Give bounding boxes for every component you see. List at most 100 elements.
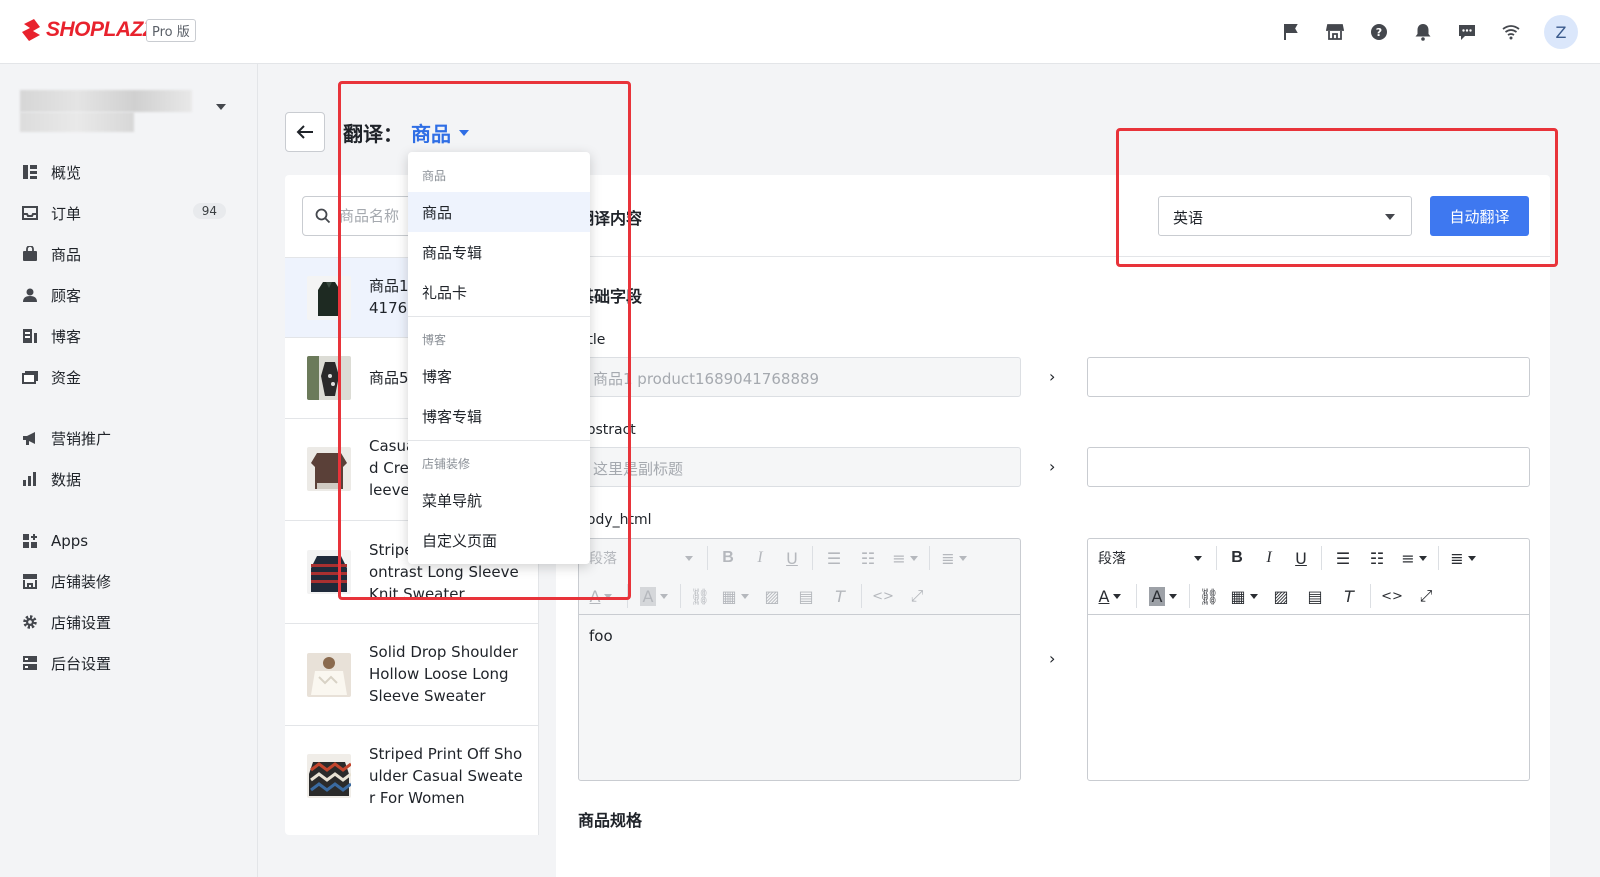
wifi-icon[interactable] <box>1500 21 1522 43</box>
bar-chart-icon <box>22 471 38 487</box>
italic-icon: I <box>757 549 763 566</box>
image-icon[interactable]: ▨ <box>1264 583 1298 609</box>
store-name-blurred <box>20 90 192 112</box>
italic-icon[interactable]: I <box>1253 545 1285 571</box>
chevron-right-icon: › <box>1049 367 1056 386</box>
sidebar-item-label: 顾客 <box>51 286 82 305</box>
message-icon[interactable] <box>1456 21 1478 43</box>
store-icon[interactable] <box>1324 21 1346 43</box>
translated-abstract-input[interactable] <box>1087 447 1530 487</box>
underline-icon[interactable]: U <box>1285 545 1317 571</box>
orders-count-badge: 94 <box>192 203 226 219</box>
highlight-color-icon[interactable]: A <box>1141 583 1185 609</box>
link-icon: ⛓ <box>689 586 711 606</box>
sidebar-item-apps[interactable]: Apps <box>22 529 232 553</box>
sidebar: 概览 订单 94 商品 顾客 博客 资金 营销推广 数据 Apps 店铺装修 店… <box>0 64 258 877</box>
translated-title-input[interactable] <box>1087 357 1530 397</box>
bell-icon[interactable] <box>1412 21 1434 43</box>
storefront-icon <box>22 573 38 589</box>
bulleted-list-icon: ☰ <box>826 548 842 568</box>
product-list-item[interactable]: Solid Drop Shoulder Hollow Loose Long Sl… <box>285 623 538 725</box>
arrow-left-icon <box>296 125 313 139</box>
clear-format-icon[interactable]: T <box>1332 583 1366 609</box>
product-name: Striped Print Off Sho ulder Casual Sweat… <box>369 745 523 807</box>
sidebar-item-admin-settings[interactable]: 后台设置 <box>22 651 232 675</box>
product-list-item[interactable]: Striped Print Off Sho ulder Casual Sweat… <box>285 725 538 830</box>
table-icon[interactable]: ▦ <box>1224 583 1264 609</box>
plan-badge: Pro 版 <box>146 19 196 42</box>
image-icon: ▨ <box>764 586 780 606</box>
search-icon <box>315 208 331 224</box>
store-switcher[interactable] <box>20 88 234 136</box>
table-icon: ▦ <box>715 583 755 609</box>
svg-text:?: ? <box>1376 26 1382 39</box>
product-thumbnail <box>307 653 351 697</box>
product-thumbnail <box>307 754 351 798</box>
annotation-box-dropdown <box>338 81 631 600</box>
flag-icon[interactable] <box>1280 21 1302 43</box>
bold-icon[interactable]: B <box>1221 545 1253 571</box>
sidebar-item-orders[interactable]: 订单 94 <box>22 201 232 225</box>
sidebar-item-analytics[interactable]: 数据 <box>22 467 232 491</box>
sidebar-item-label: 商品 <box>51 245 82 264</box>
sidebar-item-customers[interactable]: 顾客 <box>22 283 232 307</box>
numbered-list-icon[interactable]: ☷ <box>1360 545 1394 571</box>
logo-mark-icon <box>22 19 40 41</box>
underline-icon: U <box>786 548 798 568</box>
sidebar-item-label: 店铺设置 <box>51 613 112 632</box>
sidebar-item-label: 后台设置 <box>51 654 112 673</box>
chevron-right-icon: › <box>1049 457 1056 476</box>
code-icon: <> <box>872 588 894 604</box>
megaphone-icon <box>22 430 38 446</box>
paragraph-format-select[interactable]: 段落 <box>1088 545 1212 571</box>
clear-format-icon: T <box>835 586 845 606</box>
chevron-down-icon <box>216 104 226 110</box>
annotation-box-language <box>1116 128 1558 267</box>
sidebar-item-store-settings[interactable]: 店铺设置 <box>22 610 232 634</box>
gear-icon <box>22 614 38 630</box>
indent-icon[interactable]: ≡ <box>1394 545 1434 571</box>
code-icon[interactable]: <> <box>1375 583 1409 609</box>
video-icon[interactable]: ▤ <box>1298 583 1332 609</box>
server-icon <box>22 655 38 671</box>
store-url-blurred <box>20 112 134 132</box>
fullscreen-icon: ⤢ <box>910 586 924 605</box>
bold-icon: B <box>722 549 734 566</box>
translated-body-editor[interactable]: 段落 B I U ☰ ☷ ≡ ≣ A A ⛓ ▦ ▨ ▤ T <> ⤢ <box>1087 538 1530 781</box>
align-icon[interactable]: ≣ <box>1443 545 1483 571</box>
numbered-list-icon: ☷ <box>860 548 876 568</box>
sidebar-item-label: 数据 <box>51 470 82 489</box>
blog-icon <box>22 328 38 344</box>
apps-icon <box>22 533 38 549</box>
sidebar-item-label: 订单 <box>51 204 82 223</box>
link-icon[interactable]: ⛓ <box>1194 583 1224 609</box>
sidebar-item-overview[interactable]: 概览 <box>22 160 232 184</box>
avatar[interactable]: Z <box>1544 15 1578 49</box>
text-color-icon[interactable]: A <box>1088 583 1132 609</box>
sidebar-item-label: 概览 <box>51 163 82 182</box>
translation-panel: 翻译内容 英语 自动翻译 基础字段 title 商品1 product16890… <box>556 175 1550 877</box>
source-title-field: 商品1 product1689041768889 <box>578 357 1021 397</box>
help-icon[interactable]: ? <box>1368 21 1390 43</box>
sidebar-item-label: 博客 <box>51 327 82 346</box>
fullscreen-icon[interactable]: ⤢ <box>1409 583 1443 609</box>
back-button[interactable] <box>285 112 325 152</box>
bulleted-list-icon[interactable]: ☰ <box>1326 545 1360 571</box>
inbox-icon <box>22 205 38 221</box>
editor-toolbar: 段落 B I U ☰ ☷ ≡ ≣ A A ⛓ ▦ ▨ ▤ T <> ⤢ <box>579 539 1020 615</box>
sidebar-item-theme[interactable]: 店铺装修 <box>22 569 232 593</box>
sidebar-item-finance[interactable]: 资金 <box>22 365 232 389</box>
sidebar-item-marketing[interactable]: 营销推广 <box>22 426 232 450</box>
highlight-color-icon: A <box>632 583 676 609</box>
sidebar-item-label: Apps <box>51 532 89 550</box>
product-name: Solid Drop Shoulder Hollow Loose Long Sl… <box>369 643 518 705</box>
sidebar-item-label: 营销推广 <box>51 429 112 448</box>
editor-toolbar: 段落 B I U ☰ ☷ ≡ ≣ A A ⛓ ▦ ▨ ▤ T <> ⤢ <box>1088 539 1529 615</box>
sidebar-item-blog[interactable]: 博客 <box>22 324 232 348</box>
sidebar-item-products[interactable]: 商品 <box>22 242 232 266</box>
paragraph-format-label: 段落 <box>1098 551 1126 567</box>
source-abstract-field: 这里是副标题 <box>578 447 1021 487</box>
sidebar-item-label: 资金 <box>51 368 82 387</box>
wallet-icon <box>22 369 38 385</box>
sidebar-item-label: 店铺装修 <box>51 572 112 591</box>
